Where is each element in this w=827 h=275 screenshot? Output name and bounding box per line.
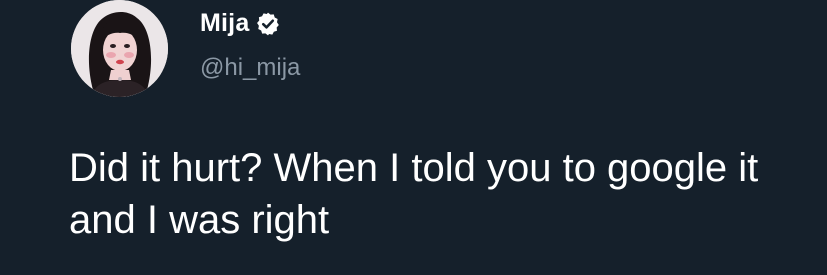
- author-handle[interactable]: @hi_mija: [200, 54, 300, 82]
- tweet-text: Did it hurt? When I told you to google i…: [69, 146, 759, 242]
- author-display-name[interactable]: Mija: [200, 9, 249, 38]
- verified-badge-icon: [255, 11, 281, 37]
- tweet-card: Mija @hi_mija Did it hurt? When I told y…: [0, 0, 827, 275]
- avatar-photo: [71, 0, 168, 97]
- avatar[interactable]: [71, 0, 168, 97]
- author-name-row: Mija: [200, 9, 281, 38]
